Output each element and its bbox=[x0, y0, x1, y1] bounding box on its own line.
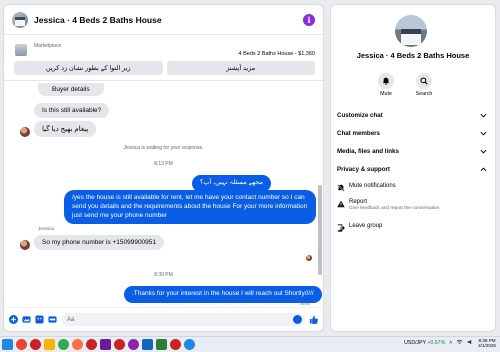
message-list[interactable]: Buyer details Is this still available? پ… bbox=[4, 83, 323, 309]
sender-avatar[interactable] bbox=[20, 127, 30, 137]
waiting-note: Jessica is waiting for your response. bbox=[123, 145, 204, 151]
browser-icon-3[interactable] bbox=[170, 339, 181, 350]
search-icon bbox=[416, 73, 432, 89]
plus-icon[interactable] bbox=[9, 315, 18, 324]
ticker-symbol: USD/JPY bbox=[404, 340, 426, 347]
chevron-down-icon bbox=[479, 129, 487, 137]
chrome-icon[interactable] bbox=[58, 339, 69, 350]
section-media-files-links[interactable]: Media, files and links bbox=[337, 145, 487, 157]
gif-icon[interactable] bbox=[48, 315, 57, 324]
bell-icon bbox=[378, 73, 394, 89]
report-item[interactable]: Report Give feedback and report the conv… bbox=[337, 199, 487, 211]
mute-button[interactable]: Mute bbox=[375, 73, 397, 97]
start-icon[interactable] bbox=[2, 339, 13, 350]
listing-actions: زیر التوا کے بطور نشان زد کریں مزید آپشن… bbox=[14, 61, 315, 75]
folder-icon[interactable] bbox=[44, 339, 55, 350]
chevron-down-icon bbox=[479, 147, 487, 155]
network-icon[interactable] bbox=[456, 339, 463, 347]
taskbar: USD/JPY +0.57% ˄ 8:39 PM 2/1/2025 bbox=[0, 336, 500, 352]
app-icon-3[interactable] bbox=[142, 339, 153, 350]
message-incoming[interactable]: پیغام بھیج دیا گیا bbox=[34, 121, 97, 137]
conversation-info-pane: Jessica · 4 Beds 2 Baths House Mute Sear… bbox=[330, 4, 496, 332]
section-privacy-support[interactable]: Privacy & support bbox=[337, 163, 487, 175]
message-outgoing[interactable]: .Thanks for your interest in the house I… bbox=[124, 286, 322, 303]
profile-avatar[interactable] bbox=[395, 15, 427, 47]
chevron-up-icon bbox=[479, 165, 487, 173]
timestamp: 8:13 PM bbox=[154, 161, 173, 167]
chevron-down-icon bbox=[479, 111, 487, 119]
message-input[interactable]: Aa bbox=[61, 313, 305, 326]
listing-thumbnail[interactable] bbox=[15, 44, 27, 56]
ticker-widget[interactable]: USD/JPY +0.57% bbox=[404, 340, 445, 346]
emoji-icon[interactable] bbox=[293, 315, 302, 324]
message-outgoing[interactable]: /yes the house is still available for re… bbox=[64, 190, 316, 225]
composer-bar: Aa bbox=[4, 307, 323, 331]
report-description: Give feedback and report the conversatio… bbox=[349, 206, 440, 211]
image-icon[interactable] bbox=[22, 315, 31, 324]
message-incoming[interactable]: Is this still available? bbox=[34, 103, 110, 118]
firefox-icon[interactable] bbox=[72, 339, 83, 350]
mark-pending-button[interactable]: زیر التوا کے بطور نشان زد کریں bbox=[14, 61, 163, 75]
listing-card: Marketplace 4 Beds 2 Baths House - $1,36… bbox=[4, 35, 323, 81]
mute-notifications-item[interactable]: Mute notifications bbox=[337, 183, 487, 192]
section-label: Chat members bbox=[337, 129, 380, 137]
sticker-icon[interactable] bbox=[35, 315, 44, 324]
tray-chevron-icon[interactable]: ˄ bbox=[449, 340, 452, 346]
chat-pane: Jessica · 4 Beds 2 Baths House i Marketp… bbox=[3, 4, 324, 332]
sender-name: Jessica bbox=[38, 227, 54, 232]
report-label: Report bbox=[349, 199, 368, 205]
scrollbar[interactable] bbox=[318, 185, 322, 275]
timestamp: 8:39 PM bbox=[154, 272, 173, 278]
read-receipt-avatar bbox=[306, 255, 312, 261]
volume-icon[interactable] bbox=[467, 339, 474, 347]
sender-avatar[interactable] bbox=[20, 240, 30, 250]
chat-header: Jessica · 4 Beds 2 Baths House i bbox=[4, 5, 323, 35]
chat-title[interactable]: Jessica · 4 Beds 2 Baths House bbox=[34, 15, 303, 25]
more-options-button[interactable]: مزید آپشنز bbox=[166, 61, 315, 75]
warning-icon bbox=[337, 200, 345, 208]
search-label: Search bbox=[415, 91, 433, 97]
section-label: Privacy & support bbox=[337, 165, 390, 173]
section-chat-members[interactable]: Chat members bbox=[337, 127, 487, 139]
search-button[interactable]: Search bbox=[413, 73, 435, 97]
profile-name[interactable]: Jessica · 4 Beds 2 Baths House bbox=[331, 51, 495, 60]
message-input-placeholder: Aa bbox=[67, 316, 75, 323]
like-icon[interactable] bbox=[309, 315, 318, 324]
leave-icon bbox=[337, 224, 345, 232]
leave-group-label: Leave group bbox=[349, 223, 383, 229]
ticker-change: +0.57% bbox=[427, 340, 446, 347]
info-icon[interactable]: i bbox=[303, 13, 315, 26]
app-icon-4[interactable] bbox=[156, 339, 167, 350]
chat-avatar[interactable] bbox=[12, 11, 28, 28]
app-icon[interactable] bbox=[100, 339, 111, 350]
mute-notifications-label: Mute notifications bbox=[349, 183, 396, 189]
marketplace-label: Marketplace bbox=[34, 43, 62, 49]
message-incoming[interactable]: So my phone number is +15099900951 bbox=[34, 235, 165, 250]
bell-off-icon bbox=[337, 184, 345, 192]
clock-date: 2/1/2025 bbox=[478, 343, 496, 349]
profile-actions: Mute Search bbox=[375, 73, 435, 97]
browser-icon[interactable] bbox=[30, 339, 41, 350]
buyer-details-button[interactable]: Buyer details bbox=[38, 83, 104, 96]
section-customize-chat[interactable]: Customize chat bbox=[337, 109, 487, 121]
leave-group-item[interactable]: Leave group bbox=[337, 223, 487, 232]
section-label: Customize chat bbox=[337, 111, 383, 119]
listing-title[interactable]: 4 Beds 2 Baths House - $1,360 bbox=[239, 51, 315, 57]
browser-icon-2[interactable] bbox=[114, 339, 125, 350]
mute-label: Mute bbox=[380, 91, 392, 97]
section-label: Media, files and links bbox=[337, 147, 399, 155]
system-tray: USD/JPY +0.57% ˄ 8:39 PM 2/1/2025 bbox=[404, 338, 496, 349]
clock[interactable]: 8:39 PM 2/1/2025 bbox=[478, 338, 496, 349]
app-icon-2[interactable] bbox=[128, 339, 139, 350]
opera-gx-icon[interactable] bbox=[86, 339, 97, 350]
opera-icon[interactable] bbox=[16, 339, 27, 350]
edge-icon[interactable] bbox=[184, 339, 195, 350]
messenger-window: Jessica · 4 Beds 2 Baths House i Marketp… bbox=[0, 0, 500, 336]
